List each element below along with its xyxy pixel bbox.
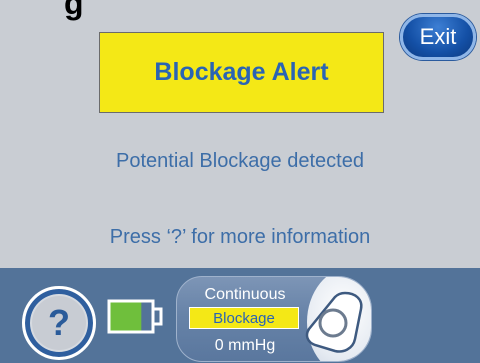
alert-instruction: Press ‘?’ for more information xyxy=(109,226,371,248)
battery-level-fill xyxy=(110,302,142,331)
battery-icon xyxy=(107,299,163,334)
screen-title: g xyxy=(64,0,84,21)
status-bar: ? Continuous Blockage 0 mmHg xyxy=(0,268,480,363)
alert-title: Blockage Alert xyxy=(154,58,329,86)
exit-button[interactable]: Exit xyxy=(400,14,476,60)
alert-banner: Blockage Alert xyxy=(99,32,384,113)
help-icon: ? xyxy=(48,302,70,343)
alert-message: Potential Blockage detected xyxy=(116,150,364,172)
exit-button-label: Exit xyxy=(419,24,457,49)
status-badge: Blockage xyxy=(189,307,299,329)
pump-status-panel: Continuous Blockage 0 mmHg xyxy=(176,276,372,362)
alert-screen: g Exit Blockage Alert Potential Blockage… xyxy=(0,0,480,363)
pump-icon xyxy=(305,291,363,353)
mode-label: Continuous xyxy=(204,286,286,303)
help-button[interactable]: ? xyxy=(22,286,96,360)
pressure-readout: 0 mmHg xyxy=(214,337,276,354)
